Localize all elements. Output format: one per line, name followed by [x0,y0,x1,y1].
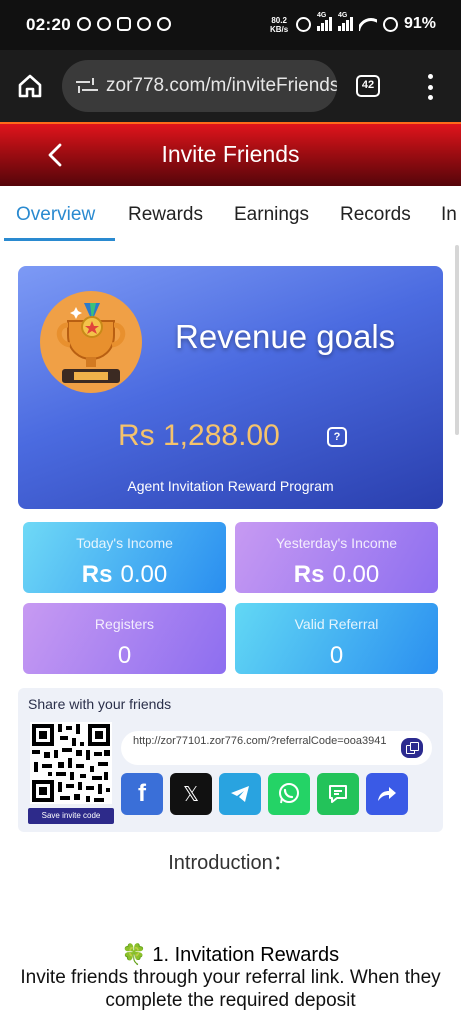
qr-code-image [32,724,110,802]
signal-1-label: 4G [317,12,327,19]
yesterdays-income-label: Yesterday's Income [275,535,398,551]
network-speed-value: 80.2 [271,16,287,25]
referral-link-text[interactable]: http://zor77101.zor776.com/?referralCode… [133,734,393,748]
active-tab-indicator [4,238,115,241]
todays-income-label: Today's Income [76,535,173,551]
facebook-icon[interactable]: f [121,773,163,815]
signal-icon-1: 4G [317,12,332,31]
instagram-notification-icon [117,17,131,31]
invitation-rewards-title: 🍀 1. Invitation Rewards [121,944,340,966]
registers-label: Registers [94,616,155,632]
signal-2-label: 4G [338,12,348,19]
valid-referral-card: Valid Referral 0 [235,603,438,674]
notification-icon [77,17,91,31]
introduction-heading: Introduction： [168,852,293,874]
copy-icon[interactable] [401,738,423,758]
todays-income-value: Rs 0.00 [23,561,226,589]
qr-code[interactable] [30,722,112,804]
url-text[interactable]: zor778.com/m/inviteFriends [106,75,337,97]
battery-level: 91% [404,15,437,32]
yesterdays-income-amount: 0.00 [332,561,380,588]
help-icon[interactable]: ? [327,427,347,447]
tab-records[interactable]: Records [340,204,411,226]
notification-icons [77,17,171,31]
yesterdays-income-card: Yesterday's Income Rs 0.00 [235,522,438,593]
invitation-rewards-body: Invite friends through your referral lin… [20,967,441,1011]
status-bar: 02:20 80.2 KB/s 4G 4G 91% [0,0,461,50]
valid-referral-label: Valid Referral [294,616,379,632]
currency-symbol: Rs [81,561,113,588]
tab-switcher-button[interactable]: 42 [356,75,380,97]
registers-card: Registers 0 [23,603,226,674]
revenue-title: Revenue goals [175,318,396,355]
page-scrollbar[interactable] [455,245,459,435]
message-icon[interactable] [317,773,359,815]
save-invite-code-button[interactable]: Save invite code [28,808,114,824]
browser-toolbar: zor778.com/m/inviteFriends 42 [0,50,461,122]
whatsapp-notification-icon [97,17,111,31]
page-header: Invite Friends [0,122,461,186]
valid-referral-value: 0 [329,642,344,669]
revenue-goals-card: Revenue goals Rs 1,288.00 ? Agent Invita… [18,266,443,509]
tab-overview[interactable]: Overview [16,204,95,226]
status-time: 02:20 [26,15,71,34]
todays-income-amount: 0.00 [120,561,168,588]
share-icon[interactable] [366,773,408,815]
tab-rewards[interactable]: Rewards [128,204,203,226]
hotspot-icon [296,16,311,32]
network-speed: 80.2 KB/s [270,16,288,34]
todays-income-card: Today's Income Rs 0.00 [23,522,226,593]
browser-menu-icon[interactable] [426,74,434,100]
trophy-badge [40,291,142,393]
telegram-icon[interactable] [219,773,261,815]
currency-symbol: Rs [293,561,325,588]
page-title: Invite Friends [161,141,300,167]
status-right-icons: 4G 4G 91% [296,12,437,33]
revenue-subtitle: Agent Invitation Reward Program [127,478,334,494]
tab-earnings[interactable]: Earnings [234,204,309,226]
network-speed-unit: KB/s [270,25,289,34]
tab-bar: Overview Rewards Earnings Records In [0,186,461,242]
battery-ring-icon [383,16,398,32]
tab-more[interactable]: In [441,204,457,226]
address-bar[interactable]: zor778.com/m/inviteFriends [62,60,337,112]
whatsapp-notification-icon-2 [157,17,171,31]
yesterdays-income-value: Rs 0.00 [235,561,438,589]
share-title: Share with your friends [28,696,172,712]
whatsapp-icon[interactable] [268,773,310,815]
site-settings-icon[interactable] [76,77,98,95]
x-icon[interactable]: 𝕏 [170,773,212,815]
wifi-icon [359,17,377,31]
referral-link-box[interactable]: http://zor77101.zor776.com/?referralCode… [121,731,432,765]
registers-value: 0 [117,642,132,669]
trophy-icon [56,303,126,383]
home-icon[interactable] [16,72,44,100]
revenue-amount: Rs 1,288.00 [118,419,280,452]
share-panel: Share with your friends Save invite code… [18,688,443,832]
signal-icon-2: 4G [338,12,353,31]
chat-notification-icon [137,17,151,31]
